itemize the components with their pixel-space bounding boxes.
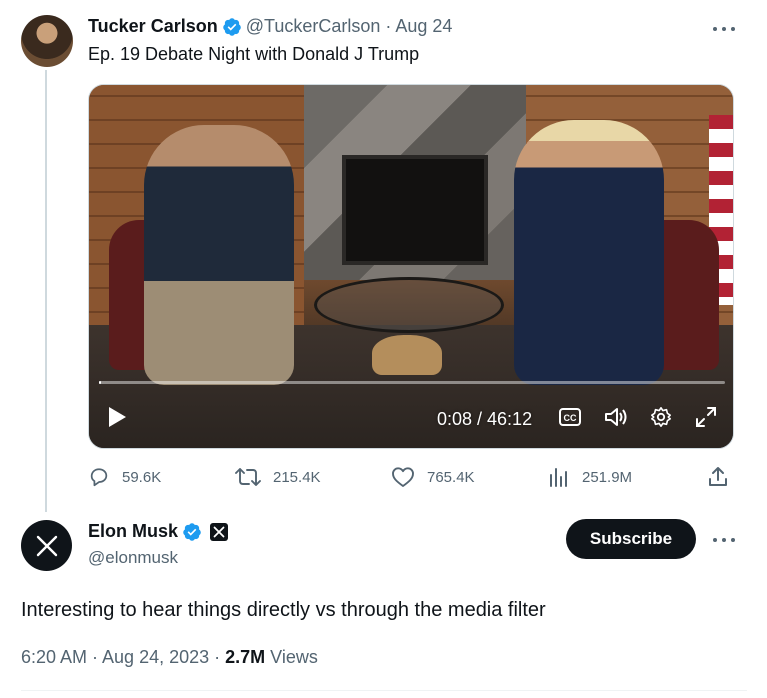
like-action[interactable]: 765.4K bbox=[391, 462, 475, 492]
main-tweet-timestamp[interactable]: 6:20 AM · Aug 24, 2023 · bbox=[21, 647, 225, 667]
repost-icon bbox=[235, 468, 261, 486]
like-count: 765.4K bbox=[427, 468, 475, 486]
video-progress-bar[interactable] bbox=[99, 381, 725, 384]
video-scene-stump bbox=[372, 335, 442, 375]
verified-badge-icon bbox=[222, 17, 241, 36]
thread-connector-line bbox=[45, 70, 47, 512]
quoted-author-name[interactable]: Tucker Carlson bbox=[88, 16, 218, 37]
main-author-handle[interactable]: @elonmusk bbox=[88, 548, 178, 568]
main-views-label: Views bbox=[265, 647, 318, 667]
fullscreen-icon[interactable] bbox=[694, 403, 718, 431]
elon-avatar[interactable] bbox=[21, 520, 72, 571]
main-tweet-text: Interesting to hear things directly vs t… bbox=[21, 599, 546, 621]
tucker-avatar[interactable] bbox=[21, 15, 73, 67]
reply-count: 59.6K bbox=[122, 468, 162, 486]
main-views-count: 2.7M bbox=[225, 647, 266, 667]
settings-gear-icon[interactable] bbox=[649, 403, 673, 431]
quoted-tweet-text: Ep. 19 Debate Night with Donald J Trump bbox=[88, 44, 420, 64]
share-action[interactable] bbox=[708, 462, 740, 492]
verified-badge-icon bbox=[183, 522, 201, 541]
svg-text:CC: CC bbox=[564, 413, 577, 423]
bottom-divider bbox=[21, 690, 747, 691]
video-scene-glass-table bbox=[314, 277, 504, 333]
affiliate-x-badge-icon bbox=[210, 522, 229, 541]
reply-action[interactable]: 59.6K bbox=[88, 462, 161, 492]
main-more-options-icon[interactable] bbox=[713, 535, 735, 545]
repost-count: 215.4K bbox=[273, 468, 321, 486]
volume-icon[interactable] bbox=[603, 403, 629, 431]
video-time-display: 0:08 / 46:12 bbox=[437, 409, 533, 429]
quoted-tweet-action-bar: 59.6K 215.4K 765.4K 251.9M bbox=[88, 462, 734, 492]
subscribe-button[interactable]: Subscribe bbox=[566, 519, 696, 559]
main-author-name[interactable]: Elon Musk bbox=[88, 521, 178, 542]
main-tweet-meta: 6:20 AM · Aug 24, 2023 · 2.7M Views bbox=[21, 647, 318, 668]
quoted-handle-date[interactable]: @TuckerCarlson · Aug 24 bbox=[246, 16, 453, 37]
video-player[interactable]: 0:08 / 46:12 CC bbox=[88, 84, 734, 449]
reply-icon bbox=[90, 468, 108, 487]
x-logo-icon bbox=[36, 535, 57, 556]
heart-icon bbox=[392, 467, 414, 487]
quoted-more-options-icon[interactable] bbox=[713, 24, 735, 34]
captions-icon[interactable]: CC bbox=[559, 403, 581, 431]
video-progress-fill bbox=[99, 381, 101, 384]
share-icon bbox=[709, 467, 727, 486]
views-count-quoted: 251.9M bbox=[582, 468, 633, 486]
video-scene-guest bbox=[514, 120, 664, 385]
repost-action[interactable]: 215.4K bbox=[235, 462, 321, 492]
video-scene-fireplace bbox=[342, 155, 488, 265]
main-tweet-header: Elon Musk bbox=[88, 521, 229, 542]
play-icon[interactable] bbox=[105, 403, 129, 431]
analytics-icon bbox=[550, 468, 567, 487]
video-scene-host bbox=[144, 125, 294, 385]
quoted-tweet-header: Tucker Carlson @TuckerCarlson · Aug 24 bbox=[88, 16, 452, 37]
views-action[interactable]: 251.9M bbox=[548, 462, 632, 492]
